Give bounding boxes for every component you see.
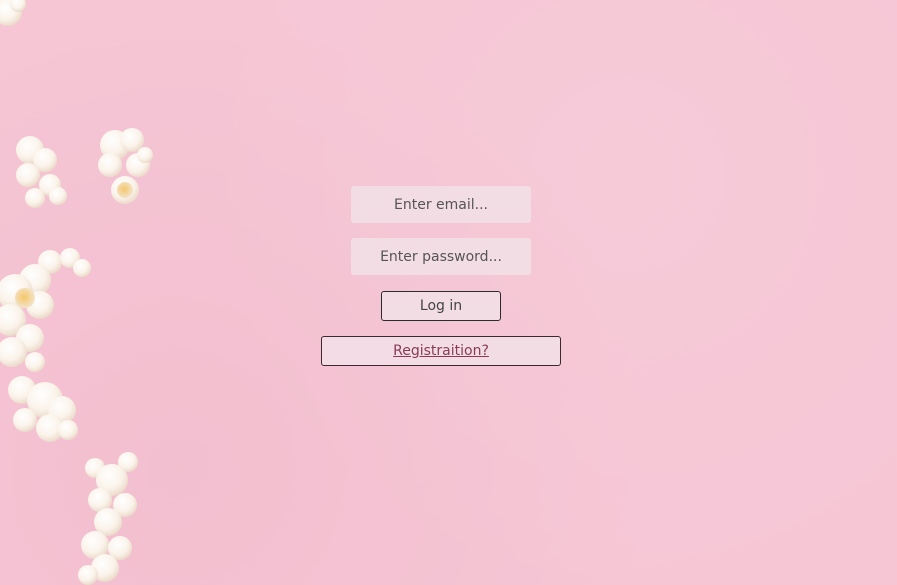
email-input[interactable] <box>351 186 531 223</box>
login-button[interactable]: Log in <box>381 291 501 321</box>
password-input[interactable] <box>351 238 531 275</box>
login-form: Log in Registraition? <box>0 0 897 585</box>
registration-link-label: Registraition? <box>393 343 489 359</box>
registration-link[interactable]: Registraition? <box>321 336 561 366</box>
